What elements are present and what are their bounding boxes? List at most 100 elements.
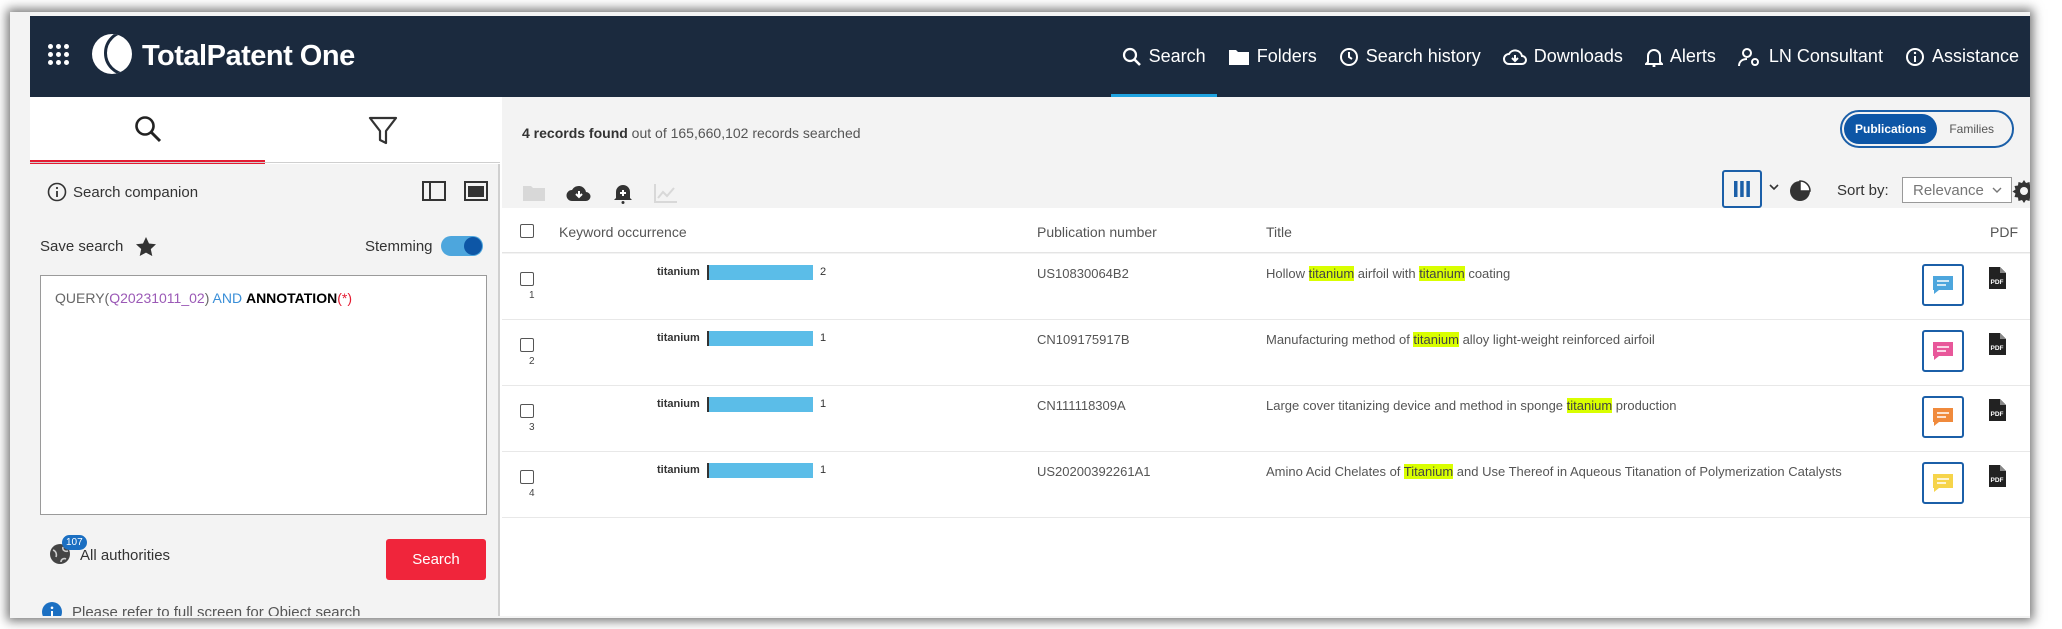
pdf-icon[interactable]: PDF — [1987, 332, 2007, 356]
nav-ln-consultant[interactable]: LN Consultant — [1727, 16, 1894, 97]
table-row[interactable]: 2 titanium 1 CN109175917B Manufacturing meth… — [502, 320, 2030, 386]
query-token: (*) — [337, 290, 352, 306]
gear-icon[interactable] — [2012, 179, 2030, 203]
search-panel: Search companion Save search Stemming QU… — [30, 97, 500, 616]
authorities-count-badge: 107 — [62, 535, 87, 550]
records-found: 4 records found — [522, 125, 628, 141]
title-text: coating — [1464, 266, 1511, 281]
folder-add-icon[interactable] — [522, 183, 546, 203]
tab-filter[interactable] — [265, 97, 500, 164]
query-editor[interactable]: QUERY(Q20231011_02) AND ANNOTATION(*) — [40, 275, 487, 515]
comment-icon — [1933, 342, 1953, 360]
view-families[interactable]: Families — [1937, 114, 2006, 144]
svg-text:PDF: PDF — [1991, 477, 2004, 484]
title-text: Manufacturing method of — [1266, 332, 1414, 347]
full-layout-icon[interactable] — [464, 181, 488, 201]
row-checkbox[interactable] — [520, 338, 534, 352]
companion-label: Search companion — [73, 183, 199, 201]
add-alert-icon[interactable] — [612, 182, 634, 204]
analytics-icon[interactable] — [654, 183, 678, 203]
col-keyword[interactable]: Keyword occurrence — [559, 224, 687, 240]
authorities-label: All authorities — [80, 546, 171, 564]
query-field: ANNOTATION — [245, 290, 338, 306]
search-button[interactable]: Search — [386, 539, 486, 580]
app-window: TotalPatent One Search Folders Search hi… — [10, 12, 2030, 618]
nav-search[interactable]: Search — [1110, 16, 1217, 97]
annotation-button[interactable] — [1922, 462, 1964, 504]
table-row[interactable]: 4 titanium 1 US20200392261A1 Amino Acid Chel… — [502, 452, 2030, 518]
annotation-button[interactable] — [1922, 330, 1964, 372]
comment-icon — [1933, 276, 1953, 294]
title-text: Hollow — [1266, 266, 1309, 281]
publication-title[interactable]: Hollow titanium airfoil with titanium co… — [1266, 266, 1510, 281]
tab-divider — [30, 162, 500, 163]
publication-number[interactable]: US10830064B2 — [1037, 266, 1129, 281]
app-grid-icon[interactable] — [48, 44, 70, 66]
pdf-icon[interactable]: PDF — [1987, 266, 2007, 290]
publication-title[interactable]: Manufacturing method of titanium alloy l… — [1266, 332, 1655, 347]
title-text: Amino Acid Chelates of — [1266, 464, 1404, 479]
nav-label: Alerts — [1669, 46, 1716, 66]
history-icon — [1339, 47, 1358, 66]
annotation-button[interactable] — [1922, 264, 1964, 306]
folder-icon — [1228, 49, 1249, 65]
table-row[interactable]: 3 titanium 1 CN111118309A Large cover titani… — [502, 386, 2030, 452]
nav-search-history[interactable]: Search history — [1328, 16, 1492, 97]
nav-alerts[interactable]: Alerts — [1634, 16, 1727, 97]
annotation-button[interactable] — [1922, 396, 1964, 438]
records-count: 4 records found out of 165,660,102 recor… — [522, 125, 861, 141]
main-nav: Search Folders Search history Downloads … — [1110, 16, 2030, 97]
column-view-button[interactable] — [1722, 170, 1762, 208]
title-text: and Use Thereof in Aqueous Titanation of… — [1453, 464, 1842, 479]
nav-downloads[interactable]: Downloads — [1492, 16, 1634, 97]
publication-title[interactable]: Amino Acid Chelates of Titanium and Use … — [1266, 464, 1842, 479]
table-row[interactable]: 1 titanium 2 US10830064B2 Hollow titanium ai… — [502, 254, 2030, 320]
svg-text:PDF: PDF — [1991, 345, 2004, 352]
nav-label: Downloads — [1533, 46, 1623, 66]
select-all-checkbox[interactable] — [520, 224, 534, 238]
search-companion[interactable]: Search companion — [47, 182, 198, 202]
title-text: alloy light-weight reinforced airfoil — [1458, 332, 1655, 347]
nav-assistance[interactable]: Assistance — [1894, 16, 2030, 97]
authorities-selector[interactable]: 107 All authorities — [48, 535, 171, 568]
split-layout-icon[interactable] — [422, 181, 446, 201]
object-search-note: Please refer to full screen for Object s… — [42, 602, 360, 616]
row-checkbox[interactable] — [520, 404, 534, 418]
bell-icon — [1644, 48, 1663, 67]
pie-chart-icon[interactable] — [1788, 179, 1812, 203]
highlighted-term: titanium — [1413, 332, 1459, 347]
query-operator: AND — [209, 290, 246, 306]
view-publications[interactable]: Publications — [1844, 114, 1938, 144]
row-checkbox[interactable] — [520, 272, 534, 286]
row-checkbox[interactable] — [520, 470, 534, 484]
app-content: TotalPatent One Search Folders Search hi… — [30, 16, 2030, 616]
pdf-icon[interactable]: PDF — [1987, 398, 2007, 422]
keyword-label: titanium — [657, 464, 700, 476]
tab-search[interactable] — [30, 97, 265, 164]
panel-tabs — [30, 97, 500, 164]
title-text: airfoil with — [1354, 266, 1420, 281]
chevron-down-icon — [1992, 187, 2002, 193]
layout-toggles — [422, 181, 488, 201]
chevron-down-icon[interactable] — [1768, 182, 1780, 192]
save-search[interactable]: Save search — [40, 236, 157, 256]
stemming-label: Stemming — [365, 237, 433, 255]
stemming-toggle[interactable] — [440, 236, 483, 256]
col-publication-number[interactable]: Publication number — [1037, 224, 1157, 240]
publication-title[interactable]: Large cover titanizing device and method… — [1266, 398, 1677, 413]
row-number: 3 — [529, 422, 535, 433]
col-title[interactable]: Title — [1266, 224, 1292, 240]
publication-number[interactable]: CN111118309A — [1037, 398, 1126, 413]
object-note-text: Please refer to full screen for Object s… — [72, 603, 361, 617]
sort-label: Sort by: — [1837, 182, 1889, 199]
nav-label: Search — [1148, 46, 1206, 66]
keyword-occurrence-bar — [707, 265, 813, 280]
publication-number[interactable]: CN109175917B — [1037, 332, 1130, 347]
sort-select[interactable]: Relevance — [1902, 177, 2012, 203]
pdf-icon[interactable]: PDF — [1987, 464, 2007, 488]
publication-number[interactable]: US20200392261A1 — [1037, 464, 1151, 479]
view-switch: Publications Families — [1840, 110, 2014, 148]
cloud-download-icon[interactable] — [566, 183, 592, 203]
info-icon — [47, 182, 67, 202]
nav-folders[interactable]: Folders — [1217, 16, 1328, 97]
